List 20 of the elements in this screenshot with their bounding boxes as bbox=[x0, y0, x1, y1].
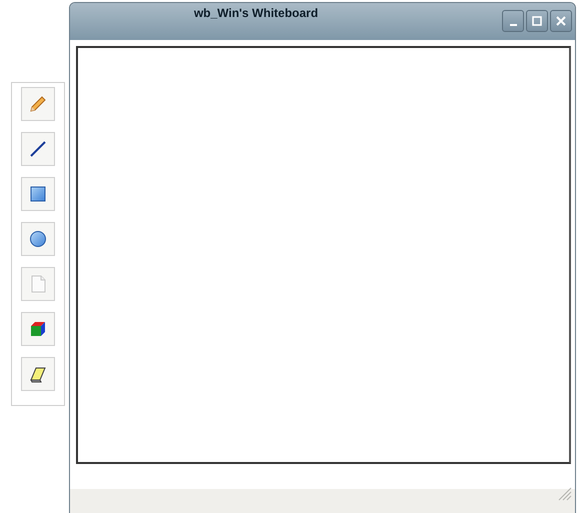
maximize-icon bbox=[531, 15, 543, 27]
window-title: wb_Win's Whiteboard bbox=[192, 5, 320, 20]
square-tool-button[interactable] bbox=[21, 177, 55, 211]
square-icon bbox=[30, 186, 46, 202]
maximize-button[interactable] bbox=[526, 10, 548, 32]
close-button[interactable] bbox=[550, 10, 572, 32]
line-icon bbox=[30, 141, 46, 157]
cube-tool-button[interactable] bbox=[21, 312, 55, 346]
pencil-icon bbox=[30, 96, 46, 112]
eraser-icon bbox=[30, 368, 46, 382]
pencil-tool-button[interactable] bbox=[21, 87, 55, 121]
circle-icon bbox=[30, 231, 46, 247]
eraser-tool-button[interactable] bbox=[21, 357, 55, 391]
close-icon bbox=[555, 15, 567, 27]
circle-tool-button[interactable] bbox=[21, 222, 55, 256]
line-tool-button[interactable] bbox=[21, 132, 55, 166]
cube-icon bbox=[31, 322, 45, 336]
minimize-button[interactable] bbox=[502, 10, 524, 32]
page-icon bbox=[32, 276, 46, 292]
minimize-icon bbox=[510, 24, 516, 26]
